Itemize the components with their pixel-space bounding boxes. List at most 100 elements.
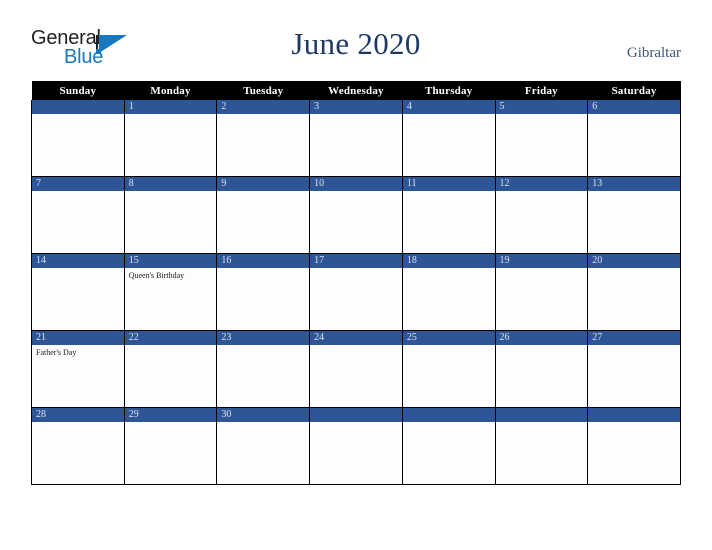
calendar-day-cell[interactable]: 17 xyxy=(309,253,403,331)
event-label: Queen's Birthday xyxy=(128,271,185,280)
calendar-day-cell[interactable]: 27 xyxy=(587,330,681,408)
day-number: 22 xyxy=(124,331,217,345)
weekday-header-sunday: Sunday xyxy=(31,81,125,100)
day-events xyxy=(32,114,124,117)
day-cell-inner: 8 xyxy=(124,177,217,253)
day-events xyxy=(32,191,124,194)
day-number: 29 xyxy=(124,408,217,422)
calendar-day-cell[interactable]: 15 Queen's Birthday xyxy=(123,253,218,331)
day-cell-inner: 19 xyxy=(495,254,588,330)
calendar-day-cell[interactable]: 11 xyxy=(401,176,496,254)
calendar-day-cell[interactable]: 16 xyxy=(216,253,311,331)
day-cell-inner: 1 xyxy=(124,100,217,176)
day-cell-inner xyxy=(402,408,495,484)
day-events xyxy=(217,268,309,271)
calendar-day-cell[interactable]: 2 xyxy=(216,100,311,177)
calendar-day-cell[interactable]: 6 xyxy=(587,100,681,177)
day-cell-inner: 11 xyxy=(402,177,495,253)
day-events xyxy=(403,422,495,425)
calendar-day-cell[interactable]: 30 xyxy=(216,407,311,485)
day-cell-inner: 29 xyxy=(124,408,217,484)
day-cell-inner: 23 xyxy=(217,331,310,407)
day-number: 1 xyxy=(124,100,217,114)
day-events xyxy=(588,191,680,194)
day-events xyxy=(217,422,309,425)
day-number: 27 xyxy=(588,331,680,345)
day-cell-inner xyxy=(588,408,680,484)
calendar-day-cell[interactable]: 18 xyxy=(401,253,496,331)
day-number: 9 xyxy=(217,177,310,191)
calendar-grid: Sunday Monday Tuesday Wednesday Thursday… xyxy=(31,81,681,485)
day-number: 20 xyxy=(588,254,680,268)
day-number: 6 xyxy=(588,100,680,114)
day-cell-inner: 6 xyxy=(588,100,680,176)
day-events xyxy=(310,114,402,117)
calendar-day-cell[interactable]: 12 xyxy=(494,176,589,254)
calendar-day-cell[interactable]: 13 xyxy=(587,176,681,254)
day-events xyxy=(588,345,680,348)
day-events xyxy=(217,114,309,117)
calendar-day-cell[interactable]: 14 xyxy=(31,253,125,331)
calendar-day-cell[interactable]: 22 xyxy=(123,330,218,408)
day-number xyxy=(310,408,402,422)
page-title: June 2020 xyxy=(291,26,421,61)
day-number: 16 xyxy=(217,254,310,268)
day-events xyxy=(496,422,588,425)
day-cell-inner: 28 xyxy=(32,408,124,484)
day-number xyxy=(32,100,124,114)
calendar-day-cell[interactable]: 10 xyxy=(309,176,403,254)
calendar-day-cell[interactable]: 26 xyxy=(494,330,589,408)
day-cell-inner xyxy=(32,100,124,176)
day-cell-inner: 15 Queen's Birthday xyxy=(124,254,217,330)
day-number: 3 xyxy=(310,100,402,114)
calendar-week-row: 28 29 30 xyxy=(31,407,681,485)
day-number: 2 xyxy=(217,100,310,114)
day-cell-inner: 25 xyxy=(402,331,495,407)
day-cell-inner: 7 xyxy=(32,177,124,253)
calendar-day-cell[interactable]: 20 xyxy=(587,253,681,331)
day-number: 7 xyxy=(32,177,124,191)
calendar-day-cell[interactable]: 25 xyxy=(401,330,496,408)
calendar-day-cell[interactable]: 8 xyxy=(123,176,218,254)
calendar-day-cell[interactable]: 28 xyxy=(31,407,125,485)
day-cell-inner: 21 Father's Day xyxy=(32,331,124,407)
day-cell-inner: 12 xyxy=(495,177,588,253)
day-events xyxy=(217,191,309,194)
event-label: Father's Day xyxy=(36,348,77,357)
day-cell-inner: 4 xyxy=(402,100,495,176)
calendar-day-cell[interactable]: 23 xyxy=(216,330,311,408)
day-events xyxy=(310,191,402,194)
day-number: 24 xyxy=(310,331,402,345)
calendar-day-cell[interactable]: 3 xyxy=(309,100,403,177)
calendar-day-cell[interactable]: 7 xyxy=(31,176,125,254)
calendar-body: 1 2 3 4 5 6 7 8 9 10 11 12 13 14 15 Queen's Birthday 16 1… xyxy=(31,100,681,485)
day-cell-inner: 26 xyxy=(495,331,588,407)
calendar-empty-cell xyxy=(401,407,496,485)
calendar-day-cell[interactable]: 5 xyxy=(494,100,589,177)
day-events xyxy=(588,422,680,425)
calendar-day-cell[interactable]: 21 Father's Day xyxy=(31,330,125,408)
calendar-day-cell[interactable]: 24 xyxy=(309,330,403,408)
day-cell-inner: 17 xyxy=(310,254,402,330)
day-cell-inner: 3 xyxy=(310,100,402,176)
day-cell-inner: 30 xyxy=(217,408,310,484)
weekday-header-monday: Monday xyxy=(124,81,217,100)
day-cell-inner xyxy=(310,408,402,484)
day-events xyxy=(496,345,588,348)
calendar-week-row: 21 Father's Day 22 23 24 25 26 27 xyxy=(31,330,681,408)
calendar-day-cell[interactable]: 4 xyxy=(401,100,496,177)
calendar-day-cell[interactable]: 29 xyxy=(123,407,218,485)
day-events xyxy=(588,114,680,117)
day-number xyxy=(495,408,588,422)
day-number: 25 xyxy=(402,331,495,345)
calendar-week-row: 7 8 9 10 11 12 13 xyxy=(31,176,681,254)
calendar-day-cell[interactable]: 19 xyxy=(494,253,589,331)
day-events xyxy=(403,345,495,348)
calendar-week-row: 14 15 Queen's Birthday 16 17 18 19 20 xyxy=(31,253,681,331)
calendar-day-cell[interactable]: 1 xyxy=(123,100,218,177)
day-number: 12 xyxy=(495,177,588,191)
calendar-day-cell[interactable]: 9 xyxy=(216,176,311,254)
day-number: 26 xyxy=(495,331,588,345)
day-number: 18 xyxy=(402,254,495,268)
day-number xyxy=(588,408,680,422)
